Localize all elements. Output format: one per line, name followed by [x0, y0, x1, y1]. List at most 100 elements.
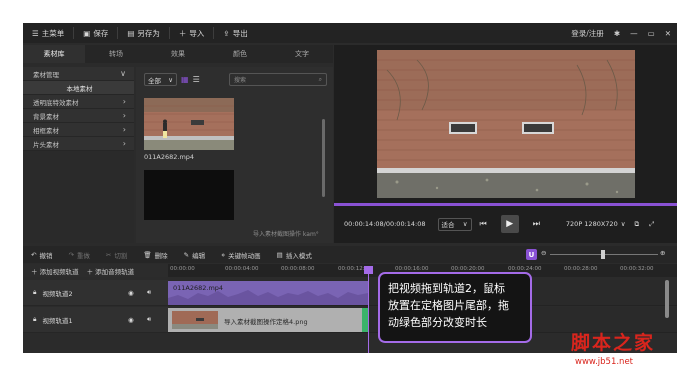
chevron-down-icon: ∨: [620, 220, 626, 228]
video-clip[interactable]: 011A2682.mp4: [168, 281, 368, 305]
category-item[interactable]: 素材管理 ∨: [23, 67, 134, 81]
media-scrollbar[interactable]: [322, 119, 325, 197]
category-item-local[interactable]: 本地素材: [23, 81, 134, 95]
chevron-down-icon: ∨: [120, 69, 126, 78]
speaker-icon[interactable]: 🔊︎: [147, 315, 151, 324]
import-button[interactable]: ＋导入: [170, 23, 214, 43]
ruler-tick: 00:00:32:00: [620, 266, 654, 272]
timeline-toolbar: ↶ 撤销 ↷ 重做 ✂ 切割 🗑 删除 ✎ 编辑 ⋄ 关键帧动画 ▤ 插入模式 U ⊖ ⊕: [23, 246, 677, 263]
track-name: 视频轨道2: [42, 289, 73, 298]
preview-panel: 00:00:14:08/00:00:14:08 适合 ∨ ⏮ ▶ ⏭ 720P 1…: [334, 45, 677, 243]
watermark-brand: 脚本之家: [571, 332, 656, 354]
zoom-slider-handle[interactable]: [601, 250, 605, 259]
chevron-right-icon: ›: [122, 139, 126, 148]
ruler-tick: 00:00:28:00: [564, 266, 598, 272]
editor-window: ☰ 主菜单 ▣ 保存 ▤ 另存为 ＋导入 ⇪ 导出 登录/注册 ✱ — ▭ ✕ 素材库 …: [23, 23, 677, 353]
login-link[interactable]: 登录/注册: [571, 28, 604, 39]
filter-select[interactable]: 全部 ∨: [144, 73, 177, 86]
prev-frame-icon[interactable]: ⏮: [480, 219, 487, 229]
chevron-right-icon: ›: [122, 97, 126, 106]
ruler-tick: 00:00:04:00: [225, 266, 259, 272]
tab-transitions[interactable]: 转场: [85, 45, 147, 63]
preview-frame: [377, 50, 635, 198]
media-thumbnail[interactable]: [144, 98, 234, 150]
insert-icon: ▤: [276, 250, 283, 259]
category-item[interactable]: 相框素材 ›: [23, 123, 134, 137]
undo-button[interactable]: ↶ 撤销: [23, 246, 60, 263]
save-as-button[interactable]: ▤ 另存为: [118, 23, 169, 43]
add-audio-track-button[interactable]: ＋ 添加音频轨道: [87, 266, 135, 276]
fit-select[interactable]: 适合 ∨: [437, 217, 472, 231]
insert-mode-button[interactable]: ▤ 插入模式: [269, 246, 320, 263]
tab-text[interactable]: 文字: [271, 45, 333, 63]
top-toolbar: ☰ 主菜单 ▣ 保存 ▤ 另存为 ＋导入 ⇪ 导出 登录/注册 ✱ — ▭ ✕: [23, 23, 677, 43]
preview-controls: 00:00:14:08/00:00:14:08 适合 ∨ ⏮ ▶ ⏭ 720P 1…: [334, 213, 677, 235]
speaker-icon[interactable]: 🔊︎: [147, 288, 151, 297]
zoom-in-icon[interactable]: ⊕: [660, 249, 665, 257]
search-input[interactable]: 搜索 ⌕: [229, 73, 327, 86]
undo-icon: ↶: [31, 250, 37, 259]
eye-icon[interactable]: ◉: [128, 316, 134, 324]
ruler-tick: 00:00:00: [170, 266, 195, 272]
tab-color[interactable]: 颜色: [209, 45, 271, 63]
time-display: 00:00:14:08/00:00:14:08: [344, 220, 426, 228]
magnet-icon[interactable]: U: [526, 249, 537, 260]
add-video-track-button[interactable]: ＋ 添加视频轨道: [31, 266, 79, 276]
save-button[interactable]: ▣ 保存: [74, 23, 117, 43]
category-item[interactable]: 透明底特效素材 ›: [23, 95, 134, 109]
media-thumbnail-empty[interactable]: [144, 170, 234, 220]
menu-icon: ☰: [32, 28, 39, 38]
resolution-select[interactable]: 720P 1280X720: [566, 220, 618, 228]
category-item[interactable]: 背景素材 ›: [23, 109, 134, 123]
category-item[interactable]: 片头素材 ›: [23, 137, 134, 151]
timeline-scrollbar[interactable]: [665, 280, 669, 318]
close-icon[interactable]: ✕: [665, 29, 671, 38]
save-as-icon: ▤: [127, 28, 135, 38]
library-tabs: 素材库 转场 效果 颜色 文字: [23, 45, 333, 63]
cut-button[interactable]: ✂ 切割: [98, 246, 135, 263]
export-button[interactable]: ⇪ 导出: [214, 23, 256, 43]
plus-icon: ＋: [178, 28, 187, 38]
playhead[interactable]: [368, 266, 369, 353]
track-header-video2: 🔒︎ 视频轨道2 ◉ 🔊︎: [23, 280, 168, 306]
zoom-out-icon[interactable]: ⊖: [541, 249, 546, 257]
preview-progress-fill: [334, 203, 677, 206]
eye-icon[interactable]: ◉: [128, 289, 134, 297]
settings-icon[interactable]: ✱: [614, 29, 620, 38]
category-list: 素材管理 ∨ 本地素材 透明底特效素材 › 背景素材 › 相框素材 › 片头素材 ›: [23, 67, 134, 243]
keyframe-icon: ⋄: [221, 250, 226, 259]
image-clip[interactable]: 导入素材截图操作定格4.png: [168, 308, 368, 332]
tab-library[interactable]: 素材库: [23, 45, 85, 63]
keyframe-button[interactable]: ⋄ 关键帧动画: [213, 246, 269, 263]
minimize-icon[interactable]: —: [630, 29, 638, 38]
pencil-icon: ✎: [183, 250, 190, 259]
edit-button[interactable]: ✎ 编辑: [176, 246, 213, 263]
fullscreen-icon[interactable]: ⤢: [649, 220, 654, 229]
maximize-icon[interactable]: ▭: [648, 29, 655, 38]
play-button[interactable]: ▶: [500, 215, 519, 233]
scissors-icon: ✂: [105, 250, 112, 259]
grid-view-icon[interactable]: ▦: [181, 75, 189, 84]
delete-button[interactable]: 🗑 删除: [135, 246, 175, 263]
track-add-bar: ＋ 添加视频轨道 ＋ 添加音频轨道: [23, 264, 168, 277]
redo-button[interactable]: ↷ 重做: [60, 246, 97, 263]
snapshot-icon[interactable]: ⧉: [634, 220, 639, 229]
hint-text: 导入素材截图操作 kam°: [253, 231, 319, 238]
clip-label: 011A2682.mp4: [173, 284, 224, 292]
clip-label: 导入素材截图操作定格4.png: [224, 318, 308, 326]
list-view-icon[interactable]: ☰: [193, 75, 200, 84]
lock-icon[interactable]: 🔒︎: [33, 288, 36, 297]
lock-icon[interactable]: 🔒︎: [33, 315, 36, 324]
preview-progress[interactable]: [334, 203, 677, 206]
chevron-down-icon: ∨: [168, 75, 173, 84]
search-icon: ⌕: [318, 75, 322, 83]
track-name: 视频轨道1: [42, 316, 73, 325]
media-filename: 011A2682.mp4: [144, 153, 195, 161]
play-icon: ▶: [506, 219, 514, 229]
tab-effects[interactable]: 效果: [147, 45, 209, 63]
main-menu-button[interactable]: ☰ 主菜单: [23, 23, 73, 43]
chevron-down-icon: ∨: [462, 220, 468, 228]
export-icon: ⇪: [223, 28, 230, 38]
next-frame-icon[interactable]: ⏭: [533, 219, 540, 229]
ruler-tick: 00:00:08:00: [281, 266, 315, 272]
